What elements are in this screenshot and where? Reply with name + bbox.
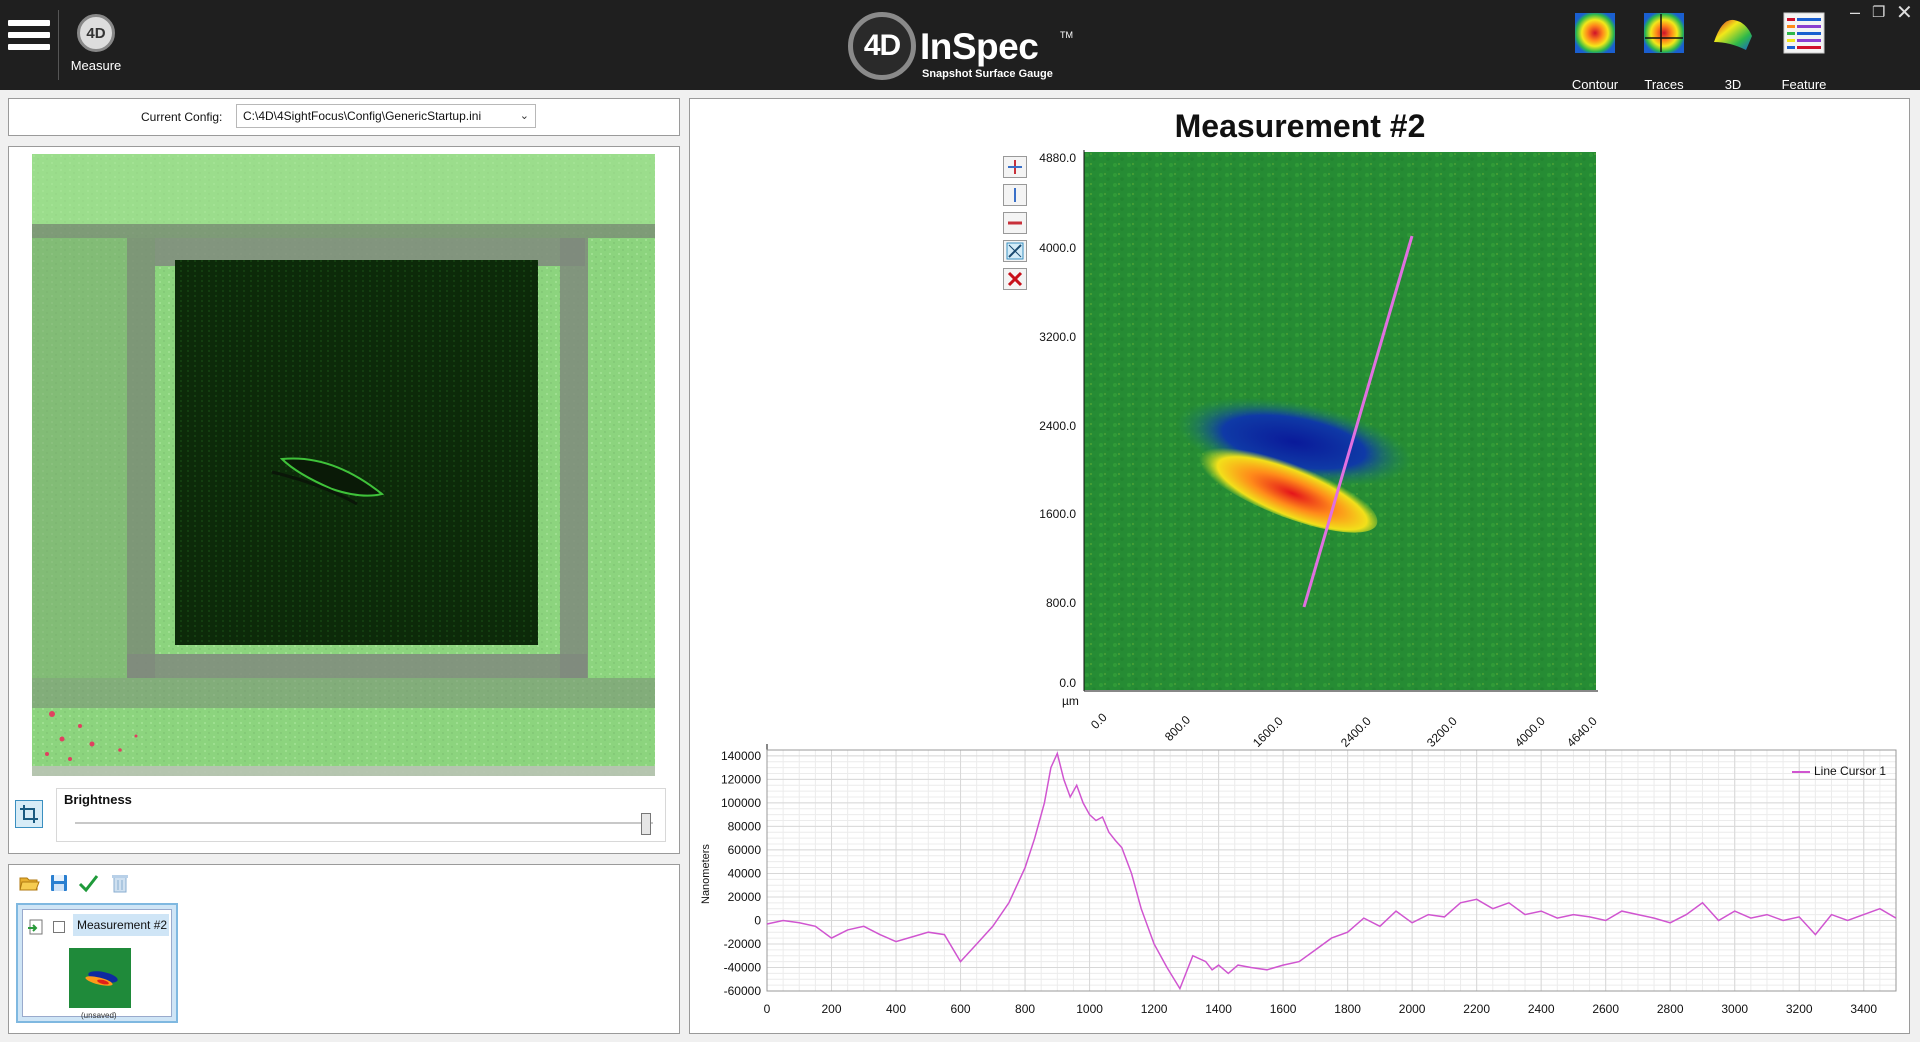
x-tick-label: 2800 bbox=[1657, 1002, 1684, 1016]
app-logo: 4D InSpec TM Snapshot Surface Gauge bbox=[848, 10, 1078, 82]
contour-label: Contour bbox=[1571, 77, 1619, 92]
brightness-slider[interactable] bbox=[75, 822, 653, 824]
measure-label: Measure bbox=[70, 58, 122, 73]
y-tick: 4880.0 bbox=[1039, 151, 1076, 165]
feature-label: Feature bbox=[1781, 77, 1827, 92]
contour-icon bbox=[1575, 13, 1615, 53]
logo-disc: 4D bbox=[848, 12, 916, 80]
measurement-card[interactable]: Measurement #2 (unsaved) bbox=[16, 903, 178, 1023]
check-icon[interactable] bbox=[77, 872, 99, 894]
y-tick-label: 120000 bbox=[721, 772, 761, 786]
measurement-card-body: Measurement #2 (unsaved) bbox=[22, 909, 172, 1020]
x-tick-label: 1400 bbox=[1205, 1002, 1232, 1016]
x-tick-label: 3200 bbox=[1786, 1002, 1813, 1016]
config-select[interactable]: C:\4D\4SightFocus\Config\GenericStartup.… bbox=[236, 104, 536, 128]
brightness-label: Brightness bbox=[64, 792, 132, 807]
toolbar-divider bbox=[58, 10, 59, 80]
close-icon[interactable]: ✕ bbox=[1896, 0, 1913, 25]
feature-button[interactable]: Feature bbox=[1772, 12, 1836, 92]
chart-legend: Line Cursor 1 bbox=[1792, 764, 1886, 778]
restore-icon[interactable]: ❐ bbox=[1872, 3, 1885, 21]
live-camera-image bbox=[32, 154, 655, 776]
horizontal-line-button[interactable] bbox=[1003, 212, 1027, 234]
vertical-line-icon bbox=[1014, 188, 1016, 202]
measurement-checkbox[interactable] bbox=[53, 921, 65, 933]
feature-icon bbox=[1783, 12, 1825, 54]
y-tick: 3200.0 bbox=[1039, 330, 1076, 344]
x-tick-label: 800 bbox=[1015, 1002, 1035, 1016]
x-tick-label: 1200 bbox=[1141, 1002, 1168, 1016]
y-tick-label: 140000 bbox=[721, 749, 761, 763]
delete-icon[interactable] bbox=[109, 872, 131, 894]
y-tick: 800.0 bbox=[1045, 596, 1076, 610]
profile-chart[interactable]: 0 200 400 600 800 1000 1200 1400 1600 1800 2000 220… bbox=[690, 735, 1905, 1035]
brightness-slider-thumb[interactable] bbox=[641, 813, 651, 835]
x-tick-label: 1000 bbox=[1076, 1002, 1103, 1016]
axis-unit: µm bbox=[1062, 694, 1079, 708]
contour-button[interactable]: Contour bbox=[1563, 12, 1627, 92]
traces-label: Traces bbox=[1644, 77, 1684, 92]
delete-cursor-icon bbox=[1007, 271, 1023, 287]
horizontal-line-icon bbox=[1008, 221, 1022, 225]
brightness-group bbox=[56, 788, 666, 842]
logo-tagline: Snapshot Surface Gauge bbox=[922, 68, 1053, 80]
delete-cursor-button[interactable] bbox=[1003, 268, 1027, 290]
traces-icon bbox=[1644, 13, 1684, 53]
x-tick-label: 3000 bbox=[1721, 1002, 1748, 1016]
y-tick-label: -40000 bbox=[724, 960, 762, 974]
live-camera-picture bbox=[32, 154, 655, 776]
y-tick-label: 0 bbox=[754, 913, 761, 927]
y-tick-label: 20000 bbox=[728, 890, 762, 904]
minimize-icon[interactable]: – bbox=[1850, 2, 1860, 23]
crop-icon bbox=[20, 805, 38, 823]
x-tick-label: 2000 bbox=[1399, 1002, 1426, 1016]
x-tick-label: 1800 bbox=[1334, 1002, 1361, 1016]
logo-trademark: TM bbox=[1060, 30, 1073, 40]
y-tick-label: -60000 bbox=[724, 984, 762, 998]
hamburger-menu-icon[interactable] bbox=[8, 14, 50, 64]
config-label: Current Config: bbox=[141, 110, 223, 124]
x-tick-label: 2200 bbox=[1463, 1002, 1490, 1016]
measure-button[interactable]: 4D Measure bbox=[68, 14, 124, 78]
x-tick-label: 2400 bbox=[1528, 1002, 1555, 1016]
measure-4d-icon: 4D bbox=[77, 14, 115, 52]
contour-axes bbox=[1083, 150, 1598, 692]
y-tick: 2400.0 bbox=[1039, 419, 1076, 433]
logo-name: InSpec bbox=[920, 26, 1039, 67]
config-value: C:\4D\4SightFocus\Config\GenericStartup.… bbox=[243, 109, 482, 123]
y-tick: 0.0 bbox=[1059, 676, 1076, 690]
open-folder-icon[interactable] bbox=[18, 872, 40, 894]
3d-label: 3D bbox=[1724, 77, 1742, 92]
y-tick: 1600.0 bbox=[1039, 507, 1076, 521]
traces-button[interactable]: Traces bbox=[1632, 12, 1696, 92]
y-tick-label: 80000 bbox=[728, 819, 762, 833]
y-tick-label: 60000 bbox=[728, 843, 762, 857]
chevron-down-icon: ⌄ bbox=[519, 110, 529, 122]
3d-button[interactable]: 3D bbox=[1701, 12, 1765, 92]
measurement-thumbnail bbox=[69, 948, 131, 1008]
measurement-title-heading: Measurement #2 bbox=[1174, 108, 1426, 144]
y-tick: 4000.0 bbox=[1039, 241, 1076, 255]
top-bar: 4D Measure 4D InSpec TM Snapshot Surface… bbox=[0, 0, 1920, 92]
legend-label: Line Cursor 1 bbox=[1814, 764, 1887, 778]
crop-button[interactable] bbox=[15, 800, 43, 828]
x-tick-label: 1600 bbox=[1270, 1002, 1297, 1016]
x-tick-label: 0 bbox=[764, 1002, 771, 1016]
x-tick-label: 400 bbox=[886, 1002, 906, 1016]
y-tick-label: 100000 bbox=[721, 796, 761, 810]
measurement-file-icon[interactable] bbox=[27, 918, 45, 936]
measurement-title: Measurement #2 bbox=[73, 914, 169, 936]
y-tick-label: -20000 bbox=[724, 937, 762, 951]
y-axis-label: Nanometers bbox=[700, 844, 712, 904]
x-tick-label: 3400 bbox=[1850, 1002, 1877, 1016]
save-icon[interactable] bbox=[48, 872, 70, 894]
legend-swatch bbox=[1792, 770, 1810, 773]
x-tick-label: 600 bbox=[951, 1002, 971, 1016]
3d-surface-icon bbox=[1714, 19, 1752, 50]
measurement-status: (unsaved) bbox=[81, 1011, 117, 1020]
x-tick-label: 2600 bbox=[1592, 1002, 1619, 1016]
x-tick-label: 200 bbox=[821, 1002, 841, 1016]
vertical-line-button[interactable] bbox=[1003, 184, 1027, 206]
y-tick-label: 40000 bbox=[728, 866, 762, 880]
